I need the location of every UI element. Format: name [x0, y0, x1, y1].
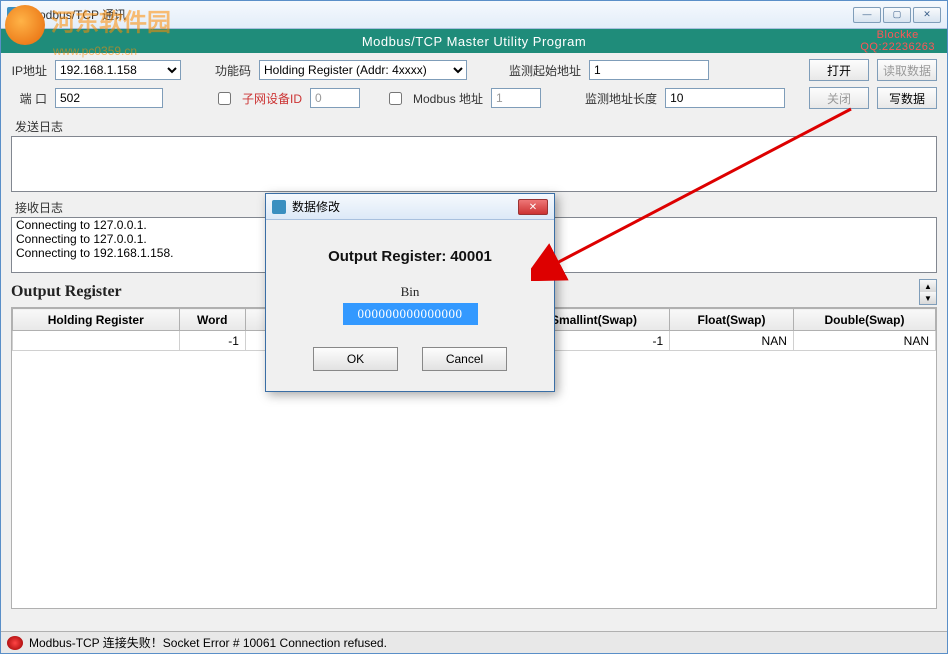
status-text: Modbus-TCP 连接失败！Socket Error # 10061 Con…	[29, 634, 387, 651]
col-header[interactable]: Double(Swap)	[793, 309, 935, 331]
banner-text: Modbus/TCP Master Utility Program	[362, 34, 586, 49]
modbus-addr-input[interactable]	[491, 88, 541, 108]
minimize-button[interactable]: —	[853, 7, 881, 23]
addr-len-input[interactable]	[665, 88, 785, 108]
window-titlebar: Modbus/TCP 通讯 — ▢ ✕	[1, 1, 947, 29]
write-button[interactable]: 写数据	[877, 87, 937, 109]
edit-dialog: 数据修改 ✕ Output Register: 40001 Bin OK Can…	[265, 193, 555, 392]
read-button[interactable]: 读取数据	[877, 59, 937, 81]
close-conn-button[interactable]: 关闭	[809, 87, 869, 109]
dialog-bin-input[interactable]	[343, 303, 478, 325]
status-error-icon	[7, 636, 23, 650]
open-button[interactable]: 打开	[809, 59, 869, 81]
subnet-label: 子网设备ID	[242, 90, 302, 107]
credit-name: Blockke	[860, 29, 935, 41]
statusbar: Modbus-TCP 连接失败！Socket Error # 10061 Con…	[1, 631, 947, 653]
close-button[interactable]: ✕	[913, 7, 941, 23]
controls-panel: IP地址 192.168.1.158 功能码 Holding Register …	[1, 53, 947, 115]
dialog-titlebar[interactable]: 数据修改 ✕	[266, 194, 554, 220]
start-addr-label: 监测起始地址	[509, 62, 581, 79]
dialog-sublabel: Bin	[290, 284, 530, 300]
func-select[interactable]: Holding Register (Addr: 4xxxx)	[259, 60, 467, 80]
col-header[interactable]: Word	[179, 309, 245, 331]
subnet-input[interactable]	[310, 88, 360, 108]
dialog-title: 数据修改	[292, 198, 518, 215]
modbus-addr-label: Modbus 地址	[413, 90, 483, 107]
dialog-heading: Output Register: 40001	[290, 248, 530, 266]
dialog-icon	[272, 200, 286, 214]
ip-label: IP地址	[11, 62, 47, 79]
dialog-ok-button[interactable]: OK	[313, 347, 398, 371]
dialog-close-button[interactable]: ✕	[518, 199, 548, 215]
col-header[interactable]: Holding Register	[13, 309, 180, 331]
credit-qq: QQ:22236263	[860, 41, 935, 53]
app-icon	[7, 7, 23, 23]
send-log-panel[interactable]	[11, 136, 937, 192]
window-title: Modbus/TCP 通讯	[29, 6, 853, 23]
ip-select[interactable]: 192.168.1.158	[55, 60, 181, 80]
port-input[interactable]	[55, 88, 163, 108]
banner: Modbus/TCP Master Utility Program Blockk…	[1, 29, 947, 53]
func-label: 功能码	[215, 62, 251, 79]
port-label: 端 口	[11, 90, 47, 107]
subnet-checkbox[interactable]	[218, 92, 231, 105]
spinner-down-button[interactable]: ▼	[920, 292, 936, 304]
output-register-title: Output Register	[11, 283, 122, 301]
spinner: ▲ ▼	[919, 279, 937, 305]
addr-len-label: 监测地址长度	[585, 90, 657, 107]
modbus-addr-checkbox[interactable]	[389, 92, 402, 105]
spinner-up-button[interactable]: ▲	[920, 280, 936, 292]
send-log-label: 发送日志	[11, 117, 937, 136]
dialog-cancel-button[interactable]: Cancel	[422, 347, 507, 371]
banner-credit: Blockke QQ:22236263	[860, 29, 935, 53]
maximize-button[interactable]: ▢	[883, 7, 911, 23]
start-addr-input[interactable]	[589, 60, 709, 80]
col-header[interactable]: Float(Swap)	[670, 309, 794, 331]
